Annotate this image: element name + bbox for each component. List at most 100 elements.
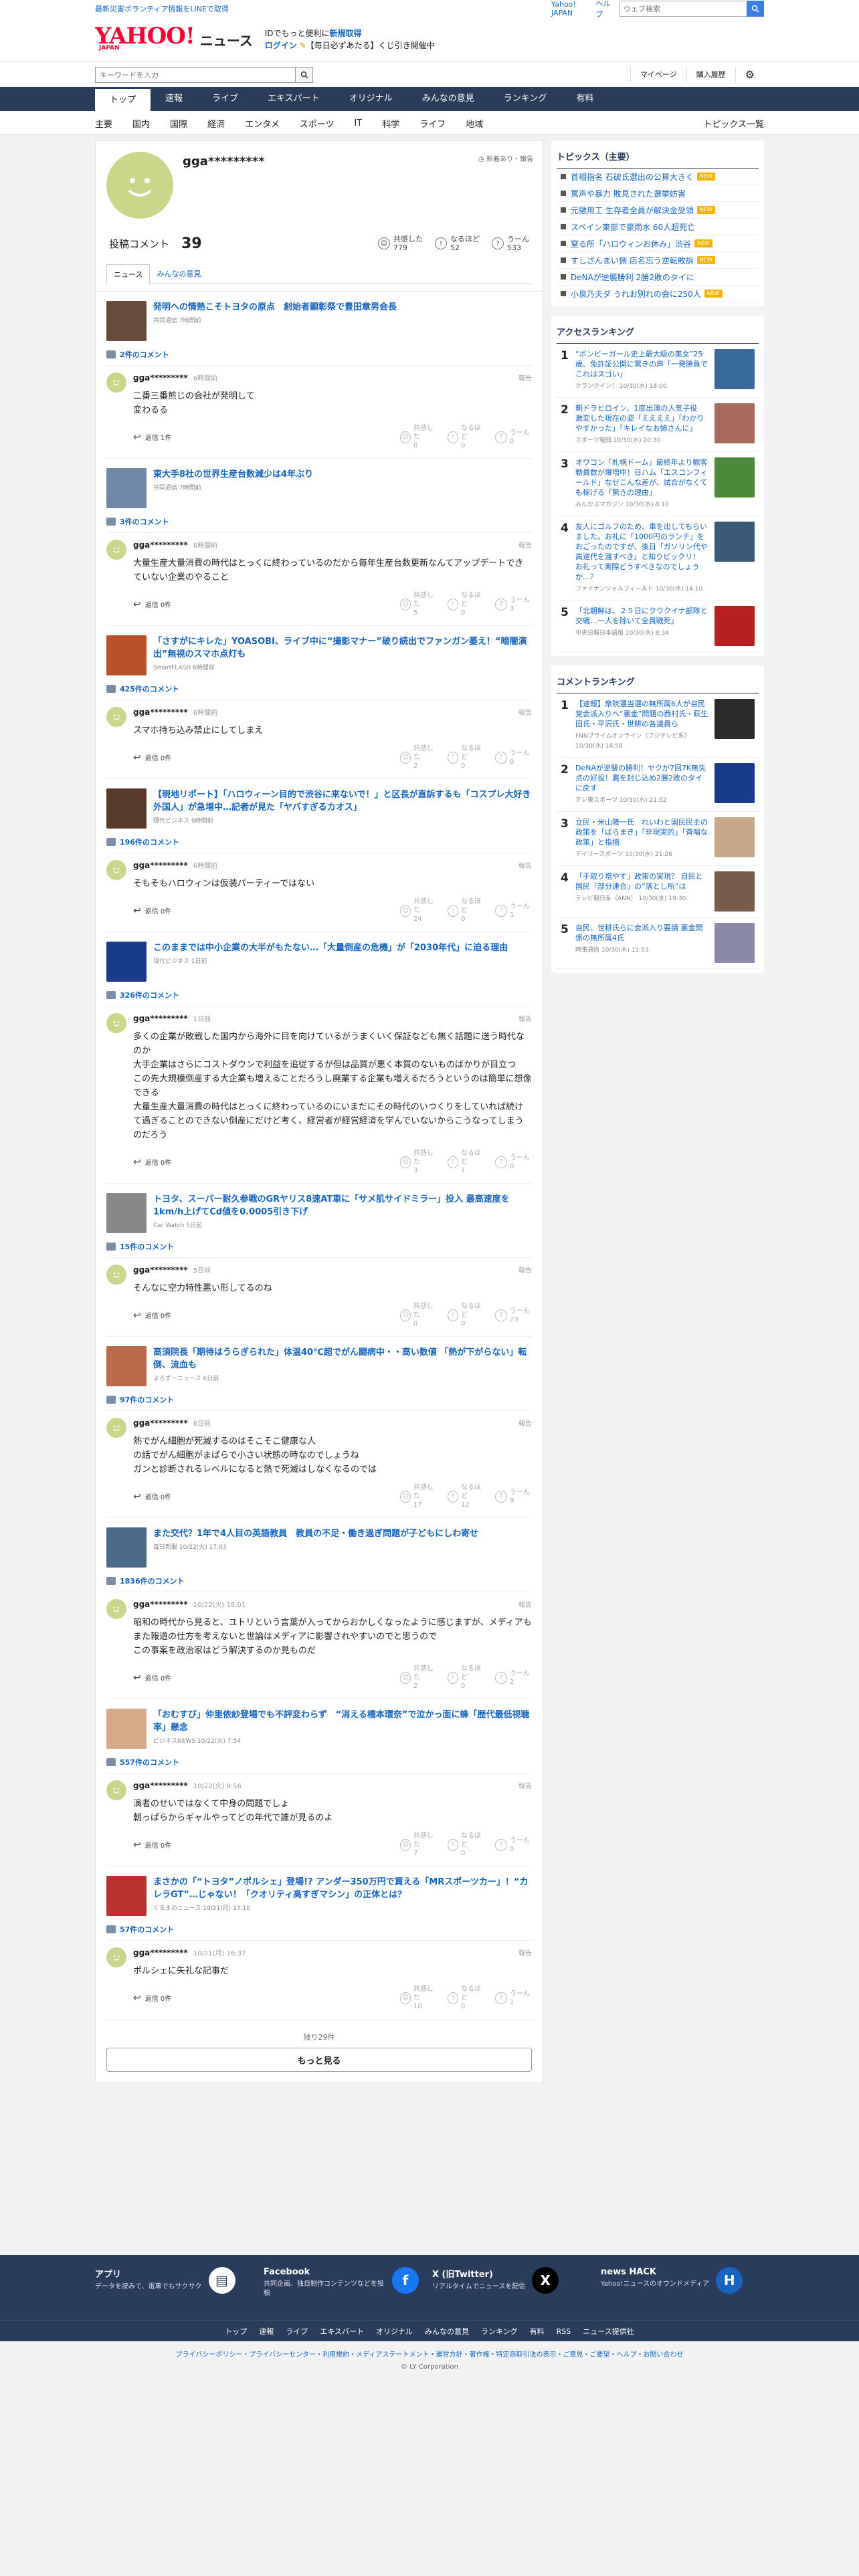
nav-item[interactable]: トップ bbox=[95, 87, 151, 111]
article-title[interactable]: トヨタ、スーパー耐久参戦のGRヤリス8速AT車に「サメ肌サイドミラー」投入 最高… bbox=[153, 1194, 510, 1217]
purchase-history-link[interactable]: 購入履歴 bbox=[686, 67, 735, 83]
empathy-button[interactable]: ☺ 共感した 0 bbox=[400, 424, 437, 450]
profile-tab[interactable]: ニュース bbox=[106, 264, 151, 284]
help-link[interactable]: ヘルプ bbox=[595, 0, 613, 19]
profile-tab[interactable]: みんなの意見 bbox=[150, 264, 207, 284]
comment-count-link[interactable]: 1836件のコメント bbox=[106, 1574, 532, 1592]
article-title[interactable]: また交代？1年で4人目の英語教員 教員の不足・働き過ぎ問題が子どもにしわ寄せ bbox=[153, 1529, 478, 1539]
footer-link[interactable]: ライブ bbox=[286, 2326, 308, 2337]
article-thumbnail[interactable] bbox=[106, 1709, 147, 1749]
reply-button[interactable]: ↩ 返信 0件 bbox=[133, 599, 171, 610]
article-thumbnail[interactable] bbox=[106, 942, 147, 982]
footer-app-link[interactable]: アプリ データを読みて、電車でもサクサク ▤ bbox=[95, 2267, 250, 2298]
topic-item[interactable]: 元徴用工 生存者全員が解決金受領 NEW bbox=[557, 202, 759, 219]
reply-button[interactable]: ↩ 返信 0件 bbox=[133, 1491, 171, 1502]
article-thumbnail[interactable] bbox=[106, 788, 147, 829]
article-item[interactable]: 高須院長「期待はうらぎられた」体温40℃超でがん闘病中・・高い数値 「熱が下がら… bbox=[106, 1337, 532, 1393]
footer-link[interactable]: 有料 bbox=[530, 2326, 545, 2337]
topic-item[interactable]: すしざんまい側 店名忘う逆転敗訴 NEW bbox=[557, 252, 759, 269]
reply-button[interactable]: ↩ 返信 0件 bbox=[133, 1993, 171, 2004]
empathy-button[interactable]: ☺ 共感した 10 bbox=[400, 1985, 437, 2011]
article-title[interactable]: このままでは中小企業の大半がもたない…「大量倒産の危機」が「2030年代」に迫る… bbox=[153, 943, 508, 953]
disaster-notice-link[interactable]: 最新災害ボランティア情報をLINEで取得 bbox=[95, 3, 229, 14]
footer-link[interactable]: エキスパート bbox=[320, 2326, 364, 2337]
article-item[interactable]: まさかの「“トヨタ”ノポルシェ」登場!? アンダー350万円で買える「MRスポー… bbox=[106, 1866, 532, 1923]
legal-text[interactable]: プライバシーポリシー・プライバシーセンター・利用規約・メディアステートメント・運… bbox=[0, 2349, 859, 2361]
comment-count-link[interactable]: 57件のコメント bbox=[106, 1923, 532, 1941]
article-title[interactable]: 「おむすび」仲里依紗登場でも不評変わらず “消える橋本環奈”で泣かっ面に蜂「歴代… bbox=[153, 1710, 529, 1733]
footer-app-link[interactable]: Facebook 共同企画、独自制作コンテンツなどを投稿 f bbox=[264, 2267, 419, 2298]
article-title[interactable]: 「さすがにキレた」YOASOBI、ライブ中に“撮影マナー”破り続出でファンガン萎… bbox=[153, 637, 527, 659]
report-link[interactable]: 報告 bbox=[518, 372, 532, 383]
article-thumbnail[interactable] bbox=[106, 468, 147, 508]
doubt-button[interactable]: ? うーん 1 bbox=[495, 1985, 532, 2011]
article-thumbnail[interactable] bbox=[106, 1193, 147, 1233]
nav-item[interactable]: オリジナル bbox=[335, 87, 407, 111]
article-title[interactable]: 高須院長「期待はうらぎられた」体温40℃超でがん闘病中・・高い数値 「熱が下がら… bbox=[153, 1348, 527, 1370]
footer-link[interactable]: トップ bbox=[225, 2326, 247, 2337]
ranking-item[interactable]: 2 DeNAが逆襲の勝利！ヤクが7回7K無失点の好投！鷹を封じ込め2勝2敗のタイに… bbox=[557, 758, 759, 812]
article-item[interactable]: トヨタ、スーパー耐久参戦のGRヤリス8速AT車に「サメ肌サイドミラー」投入 最高… bbox=[106, 1184, 532, 1240]
footer-link[interactable]: RSS bbox=[557, 2327, 571, 2336]
signup-link[interactable]: 新規取得 bbox=[330, 29, 362, 38]
category-item[interactable]: 主要 bbox=[95, 117, 112, 130]
comment-count-link[interactable]: 326件のコメント bbox=[106, 988, 532, 1006]
load-more-button[interactable]: もっと見る bbox=[106, 2048, 532, 2072]
topic-item[interactable]: 小泉乃夫ダ うれお別れの会に250人 NEW bbox=[557, 286, 759, 302]
category-item[interactable]: IT bbox=[354, 118, 362, 128]
nav-item[interactable]: ランキング bbox=[489, 87, 562, 111]
ranking-item[interactable]: 1 “ボンビーガール史上最大級の美女”25歳、免許証公開に驚きの声「一発勝負でこれ… bbox=[557, 344, 759, 398]
category-item[interactable]: ライフ bbox=[419, 117, 446, 130]
article-thumbnail[interactable] bbox=[106, 1876, 147, 1916]
category-item[interactable]: 国内 bbox=[132, 117, 150, 130]
ranking-item[interactable]: 2 朝ドラヒロイン、1度出演の人気子役 激変した現在の姿「ええええ」「わかりやすか… bbox=[557, 398, 759, 452]
nav-item[interactable]: みんなの意見 bbox=[407, 87, 489, 111]
comment-count-link[interactable]: 97件のコメント bbox=[106, 1393, 532, 1411]
reply-button[interactable]: ↩ 返信 0件 bbox=[133, 1157, 171, 1168]
category-item[interactable]: 科学 bbox=[382, 117, 399, 130]
article-thumbnail[interactable] bbox=[106, 635, 147, 675]
footer-app-link[interactable]: news HACK Yahoo!ニュースのオウンドメディア H bbox=[601, 2267, 756, 2298]
report-link[interactable]: 報告 bbox=[518, 1947, 532, 1957]
reply-button[interactable]: ↩ 返信 0件 bbox=[133, 1840, 171, 1850]
empathy-button[interactable]: ☺ 共感した 17 bbox=[400, 1483, 437, 1509]
category-item[interactable]: エンタメ bbox=[245, 117, 280, 130]
topic-item[interactable]: 窒る所「ハロウィンお休み」渋谷 NEW bbox=[557, 235, 759, 252]
empathy-button[interactable]: ☺ 共感した 5 bbox=[400, 591, 437, 617]
report-link[interactable]: 報告 bbox=[518, 1599, 532, 1609]
doubt-button[interactable]: ? うーん 9 bbox=[495, 1483, 532, 1509]
gear-icon[interactable]: ⚙ bbox=[735, 67, 764, 83]
article-title[interactable]: 発明への情熱こそトヨタの原点 創始者顕彰祭で豊田章男会長 bbox=[153, 302, 397, 312]
insight-button[interactable]: ! なるほど 0 bbox=[448, 1302, 484, 1328]
ranking-item[interactable]: 3 立民・米山隆一氏 れいわと国民民主の政策を「ばらまき」「非現実的」「斉唱な政策… bbox=[557, 812, 759, 866]
report-link[interactable]: 報告 bbox=[518, 860, 532, 870]
comment-count-link[interactable]: 15件のコメント bbox=[106, 1240, 532, 1258]
comment-count-link[interactable]: 557件のコメント bbox=[106, 1755, 532, 1774]
reply-button[interactable]: ↩ 返信 1件 bbox=[133, 432, 171, 443]
topic-item[interactable]: 首相指名 石破氏選出の公算大きく NEW bbox=[557, 169, 759, 185]
empathy-button[interactable]: ☺ 共感した 2 bbox=[400, 1665, 437, 1691]
insight-button[interactable]: ! なるほど 0 bbox=[448, 1985, 484, 2011]
doubt-button[interactable]: ? うーん 23 bbox=[495, 1302, 532, 1328]
web-search-input[interactable] bbox=[619, 1, 747, 17]
news-search-button[interactable] bbox=[296, 67, 313, 83]
report-link[interactable]: 報告 bbox=[518, 1418, 532, 1428]
insight-button[interactable]: ! なるほど 0 bbox=[448, 1665, 484, 1691]
topic-item[interactable]: スペイン東部で豪雨水 60人超死亡 bbox=[557, 219, 759, 235]
empathy-button[interactable]: ☺ 共感した 0 bbox=[400, 1302, 437, 1328]
topic-item[interactable]: DeNAが逆襲勝利 2勝2敗のタイに bbox=[557, 269, 759, 286]
article-title[interactable]: 東大手8社の世界生産台数減少は4年ぶり bbox=[153, 469, 313, 479]
footer-link[interactable]: オリジナル bbox=[376, 2326, 413, 2337]
doubt-button[interactable]: ? うーん 2 bbox=[495, 1665, 532, 1691]
empathy-button[interactable]: ☺ 共感した 24 bbox=[400, 897, 437, 924]
insight-button[interactable]: ! なるほど 1 bbox=[448, 1149, 484, 1175]
reply-button[interactable]: ↩ 返信 0件 bbox=[133, 752, 171, 763]
nav-item[interactable]: 有料 bbox=[561, 87, 608, 111]
article-thumbnail[interactable] bbox=[106, 1527, 147, 1568]
ranking-item[interactable]: 5 「北朝鮮は、２５日にクウクイナ部隊と交戦…一人を除いて全員戦死」 中央日報日本語… bbox=[557, 601, 759, 652]
mypage-link[interactable]: マイページ bbox=[630, 67, 686, 83]
topic-item[interactable]: 罵声や暴力 敗見された選挙妨害 bbox=[557, 185, 759, 202]
ranking-item[interactable]: 1 【速報】衆院選当選の無所属6人が自民党会派入りへ“裏金”問題の西村氏・萩生田氏… bbox=[557, 693, 759, 758]
insight-button[interactable]: ! なるほど 12 bbox=[448, 1483, 484, 1509]
topics-list-link[interactable]: トピックス一覧 bbox=[703, 117, 764, 130]
